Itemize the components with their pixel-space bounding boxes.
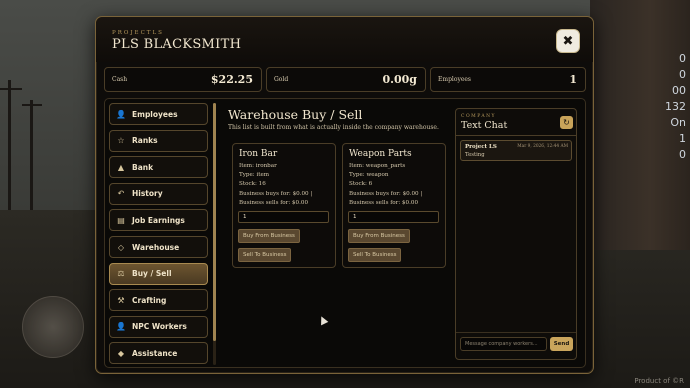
buy-from-business-button[interactable]: Buy From Business bbox=[238, 229, 300, 243]
window-title: PLS BLACKSMITH bbox=[112, 37, 242, 52]
quantity-input[interactable]: 1 bbox=[348, 211, 439, 223]
chat-message-timestamp: Mar 9, 2026, 12:44 AM bbox=[517, 144, 568, 149]
background-pole bbox=[30, 100, 33, 210]
person-icon: 👤 bbox=[116, 109, 126, 119]
sidebar-item-label: Crafting bbox=[132, 295, 167, 305]
item-prices: Business buys for: $0.00 | Business sell… bbox=[349, 191, 423, 206]
sidebar-item-label: Employees bbox=[132, 109, 178, 119]
sidebar-item-buy-sell[interactable]: ⚖ Buy / Sell bbox=[109, 262, 208, 285]
sidebar-item-label: NPC Workers bbox=[132, 322, 187, 332]
sidebar: 👤 Employees ☆ Ranks ▲ Bank ↶ History ▤ J… bbox=[109, 103, 209, 365]
close-button[interactable]: ✖ bbox=[556, 29, 580, 53]
hud-value: On bbox=[670, 116, 686, 129]
sidebar-item-label: Ranks bbox=[132, 136, 158, 146]
sidebar-item-history[interactable]: ↶ History bbox=[109, 182, 208, 205]
background-pole bbox=[22, 104, 42, 106]
hud-value: 00 bbox=[672, 84, 686, 97]
hud-value: 0 bbox=[679, 148, 686, 161]
ledger-icon: ▤ bbox=[117, 215, 125, 225]
sidebar-item-label: History bbox=[132, 189, 163, 199]
chat-divider bbox=[456, 332, 576, 333]
chat-title: Text Chat bbox=[461, 120, 508, 131]
worker-icon: 👤 bbox=[116, 322, 126, 332]
window-eyebrow: PROJECTLS bbox=[112, 30, 164, 36]
stat-label: Employees bbox=[438, 76, 472, 83]
item-prices: Business buys for: $0.00 | Business sell… bbox=[239, 191, 313, 206]
window-header: PROJECTLS PLS BLACKSMITH ✖ bbox=[96, 17, 593, 62]
sidebar-item-label: Job Earnings bbox=[132, 215, 185, 225]
section-title: Warehouse Buy / Sell bbox=[228, 107, 363, 122]
item-stock: Stock: 16 bbox=[239, 181, 266, 187]
stat-value: $22.25 bbox=[210, 73, 253, 86]
item-card-weapon-parts: Weapon Parts Item: weapon_parts Type: we… bbox=[342, 143, 446, 268]
watermark: Product of ©R bbox=[634, 377, 684, 385]
refresh-icon: ↻ bbox=[563, 118, 570, 127]
star-icon: ☆ bbox=[117, 136, 125, 146]
sidebar-item-assistance[interactable]: ◆ Assistance bbox=[109, 342, 208, 365]
sidebar-item-npc-workers[interactable]: 👤 NPC Workers bbox=[109, 315, 208, 338]
diamond-icon: ◇ bbox=[117, 242, 125, 252]
item-stock: Stock: 6 bbox=[349, 181, 373, 187]
chat-message-input[interactable]: Message company workers... bbox=[460, 337, 547, 351]
bag-icon: ⚖ bbox=[117, 269, 125, 279]
stat-employees: Employees 1 bbox=[430, 67, 586, 92]
company-chat-panel: COMPANY Text Chat ↻ Project LS Mar 9, 20… bbox=[455, 108, 577, 360]
diamond-filled-icon: ◆ bbox=[117, 348, 125, 358]
chat-eyebrow: COMPANY bbox=[461, 114, 497, 119]
hud-value: 132 bbox=[665, 100, 686, 113]
item-card-iron-bar: Iron Bar Item: ironbar Type: item Stock:… bbox=[232, 143, 336, 268]
sidebar-item-employees[interactable]: 👤 Employees bbox=[109, 103, 208, 125]
sidebar-scrollbar[interactable] bbox=[213, 103, 216, 365]
sidebar-item-label: Buy / Sell bbox=[132, 269, 172, 279]
business-window: PROJECTLS PLS BLACKSMITH ✖ Cash $22.25 G… bbox=[95, 16, 594, 374]
item-type: Type: item bbox=[239, 172, 270, 178]
sidebar-item-warehouse[interactable]: ◇ Warehouse bbox=[109, 236, 208, 258]
content-panel: 👤 Employees ☆ Ranks ▲ Bank ↶ History ▤ J… bbox=[104, 98, 586, 368]
item-name: Weapon Parts bbox=[349, 149, 412, 159]
close-icon: ✖ bbox=[562, 33, 574, 49]
hammers-icon: ⚒ bbox=[117, 295, 125, 305]
stat-label: Cash bbox=[112, 76, 128, 83]
send-button[interactable]: Send bbox=[550, 337, 573, 351]
item-id: Item: weapon_parts bbox=[349, 163, 406, 169]
sidebar-item-label: Warehouse bbox=[132, 242, 180, 252]
chat-divider bbox=[456, 135, 576, 136]
stat-value: 0.00g bbox=[382, 73, 417, 86]
sidebar-item-job-earnings[interactable]: ▤ Job Earnings bbox=[109, 209, 208, 232]
hud-value: 0 bbox=[679, 68, 686, 81]
sidebar-item-ranks[interactable]: ☆ Ranks bbox=[109, 129, 208, 152]
sidebar-item-bank[interactable]: ▲ Bank bbox=[109, 156, 208, 179]
stat-gold: Gold 0.00g bbox=[266, 67, 426, 92]
refresh-button[interactable]: ↻ bbox=[560, 116, 573, 129]
minimap bbox=[22, 296, 84, 358]
stat-value: 1 bbox=[569, 73, 577, 86]
chat-message-author: Project LS bbox=[465, 144, 497, 150]
background-pole bbox=[0, 88, 22, 90]
stats-bar: Cash $22.25 Gold 0.00g Employees 1 bbox=[104, 67, 586, 92]
bank-icon: ▲ bbox=[117, 162, 125, 172]
section-subtitle: This list is built from what is actually… bbox=[228, 124, 439, 131]
hud-value: 1 bbox=[679, 132, 686, 145]
item-name: Iron Bar bbox=[239, 149, 278, 159]
sidebar-item-crafting[interactable]: ⚒ Crafting bbox=[109, 289, 208, 312]
history-icon: ↶ bbox=[117, 189, 125, 199]
chat-message-text: Testing bbox=[465, 152, 485, 158]
sell-to-business-button[interactable]: Sell To Business bbox=[348, 248, 402, 262]
sidebar-item-label: Bank bbox=[132, 162, 154, 172]
hud-value: 0 bbox=[679, 52, 686, 65]
background-pole bbox=[8, 80, 11, 210]
sell-to-business-button[interactable]: Sell To Business bbox=[238, 248, 292, 262]
item-type: Type: weapon bbox=[349, 172, 389, 178]
stat-label: Gold bbox=[274, 76, 289, 83]
item-id: Item: ironbar bbox=[239, 163, 277, 169]
stat-cash: Cash $22.25 bbox=[104, 67, 262, 92]
chat-message: Project LS Mar 9, 2026, 12:44 AM Testing bbox=[460, 140, 572, 161]
quantity-input[interactable]: 1 bbox=[238, 211, 329, 223]
hud-panel: 0 0 00 132 On 1 0 bbox=[665, 52, 686, 161]
sidebar-item-label: Assistance bbox=[132, 348, 178, 358]
sidebar-scroll-thumb[interactable] bbox=[213, 103, 216, 341]
buy-from-business-button[interactable]: Buy From Business bbox=[348, 229, 410, 243]
